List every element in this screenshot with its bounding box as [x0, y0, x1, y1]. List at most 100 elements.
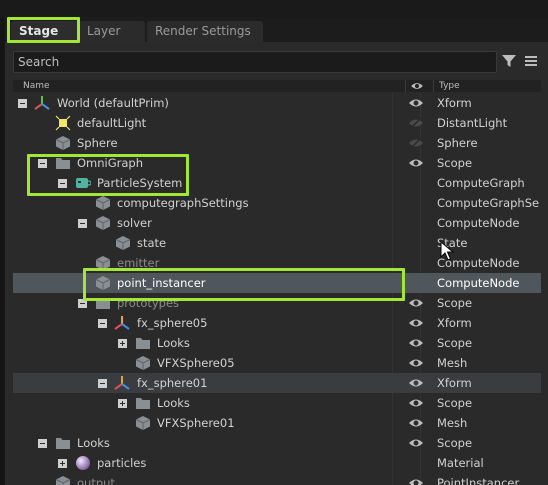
column-divider[interactable]	[405, 80, 406, 92]
tab-stage[interactable]: Stage	[11, 21, 79, 42]
tree-item-label: prototypes	[117, 296, 180, 310]
visibility-eye-icon[interactable]	[408, 417, 424, 429]
tree-item-label: Looks	[157, 396, 190, 410]
visibility-eye-icon[interactable]	[408, 157, 424, 169]
tree-item-label: fx_sphere01	[137, 376, 208, 390]
menu-icon[interactable]	[523, 53, 539, 69]
visibility-eye-icon[interactable]	[408, 297, 424, 309]
folder-icon	[56, 158, 70, 169]
tab-render-settings[interactable]: Render Settings	[147, 21, 263, 42]
prim-type: Scope	[437, 396, 473, 410]
cube-icon	[95, 276, 111, 290]
tree-row-output[interactable]: output PointInstancer	[13, 473, 541, 485]
visibility-eye-icon[interactable]	[408, 317, 424, 329]
prim-type: Xform	[437, 316, 472, 330]
tree-row-particlesystem[interactable]: ParticleSystem ComputeGraph	[13, 173, 541, 193]
graph-icon	[76, 178, 91, 188]
expand-toggle-icon[interactable]	[118, 339, 127, 348]
tree-row-sphere[interactable]: Sphere Sphere	[13, 133, 541, 153]
tree-item-label: computegraphSettings	[117, 196, 249, 210]
visibility-eye-icon[interactable]	[408, 357, 424, 369]
tree-item-label: particles	[97, 456, 147, 470]
prim-type: Xform	[437, 96, 472, 110]
prim-type: Mesh	[437, 356, 468, 370]
xform-icon	[114, 316, 130, 330]
folder-icon	[136, 338, 150, 349]
folder-icon	[96, 298, 110, 309]
tree-item-label: OmniGraph	[77, 156, 144, 170]
prim-type: ComputeNode	[437, 216, 520, 230]
tree-item-label: Looks	[157, 336, 190, 350]
collapse-toggle-icon[interactable]	[58, 179, 67, 188]
light-icon	[55, 115, 71, 131]
column-name-header[interactable]: Name	[23, 80, 50, 92]
tree-row-omnigraph[interactable]: OmniGraph Scope	[13, 153, 541, 173]
tree-row-world[interactable]: World (defaultPrim) Xform	[13, 93, 541, 113]
expand-toggle-icon[interactable]	[118, 399, 127, 408]
tree-item-label: state	[137, 236, 167, 250]
xform-icon	[114, 376, 130, 390]
tree-row-fx-sphere01[interactable]: fx_sphere01 Xform	[13, 373, 541, 393]
collapse-toggle-icon[interactable]	[78, 299, 87, 308]
tree-row-defaultlight[interactable]: defaultLight DistantLight	[13, 113, 541, 133]
visibility-column-eye-icon[interactable]	[410, 81, 424, 91]
visibility-eye-icon[interactable]	[408, 97, 424, 109]
prim-type: PointInstancer	[437, 476, 520, 485]
tree-row-prototypes[interactable]: prototypes Scope	[13, 293, 541, 313]
visibility-eye-hidden-icon[interactable]	[408, 137, 424, 149]
tree-row-solver[interactable]: solver ComputeNode	[13, 213, 541, 233]
visibility-eye-hidden-icon[interactable]	[408, 117, 424, 129]
tree-row-state[interactable]: state State	[13, 233, 541, 253]
visibility-eye-icon[interactable]	[408, 337, 424, 349]
tree-row-emitter[interactable]: emitter ComputeNode	[13, 253, 541, 273]
prim-type: Xform	[437, 376, 472, 390]
filter-icon[interactable]	[501, 53, 517, 69]
search-input[interactable]: Search	[13, 51, 497, 73]
cube-icon	[135, 356, 151, 370]
tree-row-vfxsphere01[interactable]: VFXSphere01 Mesh	[13, 413, 541, 433]
column-type-header[interactable]: Type	[439, 80, 460, 92]
expand-toggle-icon[interactable]	[58, 459, 67, 468]
collapse-toggle-icon[interactable]	[78, 219, 87, 228]
visibility-eye-icon[interactable]	[408, 377, 424, 389]
prim-type: Scope	[437, 336, 473, 350]
tree-row-looks[interactable]: Looks Scope	[13, 333, 541, 353]
column-divider[interactable]	[433, 80, 434, 92]
cube-icon	[95, 256, 111, 270]
tree-row-computegraphsettings[interactable]: computegraphSettings ComputeGraphSe	[13, 193, 541, 213]
tree-item-label: Looks	[77, 436, 110, 450]
tree-item-label: defaultLight	[77, 116, 147, 130]
tab-bar: Stage Layer Render Settings	[5, 17, 548, 42]
prim-type: ComputeGraphSe	[437, 196, 540, 210]
tree-item-label: VFXSphere01	[157, 416, 235, 430]
visibility-eye-icon[interactable]	[408, 437, 424, 449]
collapse-toggle-icon[interactable]	[18, 99, 27, 108]
tree-row-particles[interactable]: particles Material	[13, 453, 541, 473]
prim-type: ComputeNode	[437, 276, 520, 290]
tree-item-label: Sphere	[77, 136, 118, 150]
prim-type: Scope	[437, 296, 473, 310]
tree-item-label: point_instancer	[117, 276, 206, 290]
tab-layer[interactable]: Layer	[79, 21, 145, 42]
cube-icon	[135, 416, 151, 430]
visibility-eye-icon[interactable]	[408, 397, 424, 409]
tree-row-looks[interactable]: Looks Scope	[13, 393, 541, 413]
tree-row-looks[interactable]: Looks Scope	[13, 433, 541, 453]
cube-icon	[55, 476, 71, 485]
cube-icon	[55, 136, 71, 150]
prim-type: ComputeGraph	[437, 176, 525, 190]
prim-type: Material	[437, 456, 484, 470]
mouse-cursor-icon	[440, 241, 454, 261]
tree-row-fx-sphere05[interactable]: fx_sphere05 Xform	[13, 313, 541, 333]
tree-row-point-instancer[interactable]: point_instancer ComputeNode	[13, 273, 541, 293]
collapse-toggle-icon[interactable]	[38, 439, 47, 448]
collapse-toggle-icon[interactable]	[98, 379, 107, 388]
prim-type: Mesh	[437, 416, 468, 430]
tree-item-label: output	[77, 476, 115, 485]
tree-row-vfxsphere05[interactable]: VFXSphere05 Mesh	[13, 353, 541, 373]
collapse-toggle-icon[interactable]	[98, 319, 107, 328]
collapse-toggle-icon[interactable]	[38, 159, 47, 168]
tree-item-label: fx_sphere05	[137, 316, 208, 330]
xform-icon	[34, 96, 50, 110]
visibility-eye-icon[interactable]	[408, 477, 424, 485]
